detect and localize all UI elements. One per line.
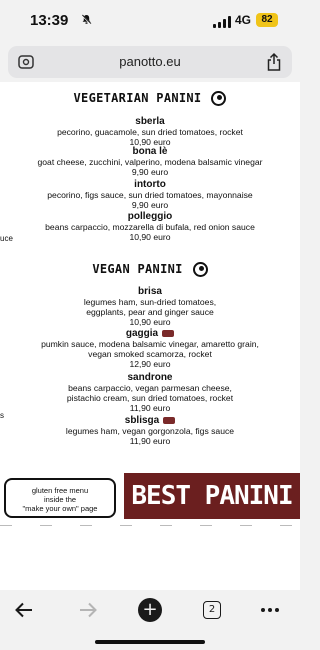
item-name: intorto — [134, 179, 166, 190]
item-price: 10,90 euro — [129, 317, 171, 327]
item-ingredients: legumes ham, sun-dried tomatoes, — [83, 297, 217, 307]
item-name: sberla — [135, 116, 165, 127]
gluten-free-line: gluten free menu — [31, 486, 89, 495]
item-ingredients: pistachio cream, sun dried tomatoes, roc… — [66, 393, 234, 403]
item-price: 10,90 euro — [129, 232, 171, 242]
item-price: 12,90 euro — [129, 359, 171, 369]
item-ingredients: legumes ham, vegan gorgonzola, figs sauc… — [65, 426, 235, 436]
vegetarian-section-title: VEGETARIAN PANINI — [0, 91, 300, 106]
menu-item-polleggio: polleggio beans carpaccio, mozzarella di… — [0, 211, 300, 242]
item-name: polleggio — [127, 211, 173, 222]
gluten-free-badge — [163, 416, 176, 424]
item-name: brisa — [138, 286, 162, 297]
item-ingredients: goat cheese, zucchini, valperino, modena… — [37, 157, 263, 167]
item-price: 9,90 euro — [131, 167, 169, 177]
new-tab-icon[interactable]: + — [138, 598, 162, 622]
item-name: sandrone — [127, 372, 173, 383]
gluten-free-badge — [162, 329, 175, 337]
address-bar[interactable]: panotto.eu — [8, 46, 292, 78]
menu-item-sandrone: sandrone beans carpaccio, vegan parmesan… — [0, 372, 300, 413]
item-name-text: gaggia — [125, 328, 159, 339]
status-time: 13:39 — [30, 12, 69, 29]
vegan-title-text: VEGAN PANINI — [92, 262, 183, 276]
bell-slash-icon — [81, 14, 92, 28]
gluten-free-menu-box[interactable]: gluten free menu inside the "make your o… — [4, 478, 116, 518]
item-name: sblisga — [0, 415, 300, 426]
menu-item-sberla: sberla pecorino, guacamole, sun dried to… — [0, 116, 300, 147]
battery-indicator: 82 — [256, 13, 278, 27]
home-indicator[interactable] — [95, 640, 205, 644]
more-icon[interactable] — [256, 598, 284, 622]
network-type: 4G — [235, 13, 252, 27]
menu-item-intorto: intorto pecorino, figs sauce, sun dried … — [0, 179, 300, 210]
item-price: 11,90 euro — [129, 436, 171, 446]
gluten-free-line: "make your own" page — [22, 504, 98, 513]
best-panini-banner[interactable]: BEST PANINI — [124, 473, 300, 519]
url-text[interactable]: panotto.eu — [8, 54, 292, 69]
item-ingredients: pecorino, figs sauce, sun dried tomatoes… — [47, 190, 253, 200]
item-ingredients: beans carpaccio, vegan parmesan cheese, — [68, 383, 232, 393]
leaf-icon — [192, 262, 208, 277]
item-ingredients: eggplants, pear and ginger sauce — [86, 307, 214, 317]
item-price: 11,90 euro — [129, 403, 171, 413]
share-icon[interactable] — [266, 52, 282, 72]
menu-item-sblisga: sblisga legumes ham, vegan gorgonzola, f… — [0, 415, 300, 446]
cut-off-text: uce — [0, 234, 13, 243]
item-name-text: sblisga — [124, 415, 160, 426]
item-ingredients: beans carpaccio, mozzarella di bufala, r… — [45, 222, 255, 232]
item-name: gaggia — [0, 328, 300, 339]
item-ingredients: pecorino, guacamole, sun dried tomatoes,… — [57, 127, 243, 137]
item-name: bona lè — [132, 146, 168, 157]
status-bar: 13:39 4G 82 — [0, 0, 300, 44]
vegetarian-title-text: VEGETARIAN PANINI — [73, 91, 202, 105]
menu-item-gaggia: gaggia pumkin sauce, modena balsamic vin… — [0, 328, 300, 369]
gluten-free-line: inside the — [43, 495, 77, 504]
leaf-icon — [211, 91, 227, 106]
menu-page: VEGETARIAN PANINI sberla pecorino, guaca… — [0, 82, 300, 590]
divider — [0, 525, 300, 527]
menu-item-bona-le: bona lè goat cheese, zucchini, valperino… — [0, 146, 300, 177]
item-ingredients: pumkin sauce, modena balsamic vinegar, a… — [41, 339, 259, 349]
back-icon[interactable] — [10, 598, 38, 622]
signal-icon — [213, 16, 231, 28]
menu-item-brisa: brisa legumes ham, sun-dried tomatoes, e… — [0, 286, 300, 327]
item-price: 9,90 euro — [131, 200, 169, 210]
forward-icon[interactable] — [74, 598, 102, 622]
vegan-section-title: VEGAN PANINI — [0, 262, 300, 277]
item-ingredients: vegan smoked scamorza, rocket — [88, 349, 212, 359]
tabs-icon[interactable]: 2 — [203, 601, 221, 619]
